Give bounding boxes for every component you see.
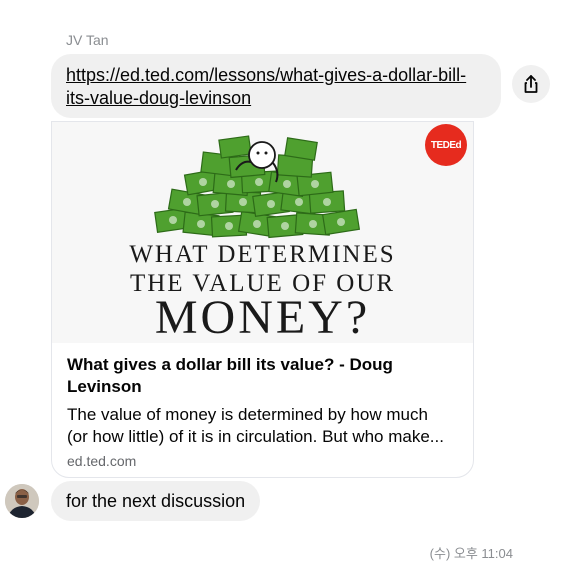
message-timestamp: (수) 오후 11:04 (429, 546, 513, 561)
text-message-bubble[interactable]: for the next discussion (51, 481, 261, 521)
preview-domain: ed.ted.com (67, 453, 137, 469)
message-link[interactable]: https://ed.ted.com/lessons/what-gives-a-… (66, 64, 486, 110)
avatar-photo (5, 484, 39, 518)
link-preview-card[interactable]: TEDEd WHAT DETERMINES THE VALUE OF OUR M… (51, 121, 474, 478)
text-message: for the next discussion (66, 490, 246, 511)
preview-description-line1: The value of money is determined by how … (67, 405, 428, 424)
preview-description: The value of money is determined by how … (67, 404, 462, 448)
sender-name: JV Tan (66, 32, 109, 48)
link-message-bubble[interactable]: https://ed.ted.com/lessons/what-gives-a-… (51, 54, 501, 118)
share-icon (524, 75, 538, 93)
image-text-line1: WHAT DETERMINES (129, 241, 396, 268)
preview-description-line2: (or how little) of it is in circulation.… (67, 427, 444, 446)
avatar[interactable] (5, 484, 39, 518)
share-button[interactable] (512, 65, 550, 103)
preview-title[interactable]: What gives a dollar bill its value? - Do… (67, 354, 462, 398)
money-pile-illustration (154, 135, 361, 239)
preview-image: TEDEd WHAT DETERMINES THE VALUE OF OUR M… (52, 122, 473, 344)
ted-ed-logo: TEDEd (425, 124, 467, 166)
image-text-line3: MONEY? (154, 291, 371, 344)
